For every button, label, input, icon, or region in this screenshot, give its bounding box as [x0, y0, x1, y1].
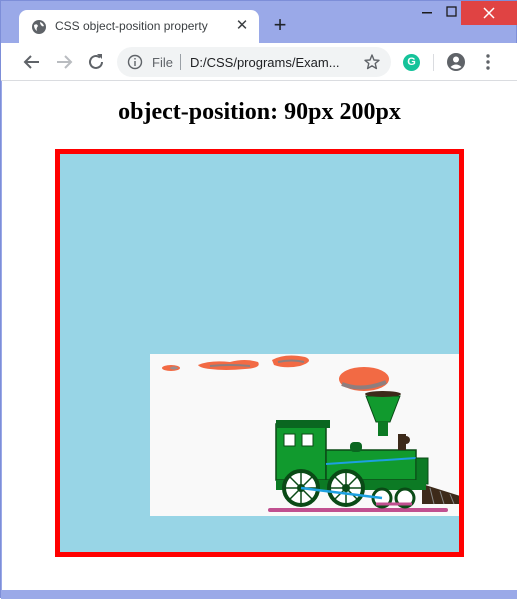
toolbar-divider [433, 54, 434, 71]
tab-title: CSS object-position property [55, 19, 208, 33]
tab-strip: CSS object-position property ✕ + [1, 1, 517, 43]
tab-close-icon[interactable]: ✕ [233, 17, 251, 35]
object-position-demo-box [55, 149, 464, 557]
back-arrow-icon[interactable] [21, 51, 43, 73]
reload-icon[interactable] [85, 51, 107, 73]
browser-window: CSS object-position property ✕ + File D:… [0, 0, 517, 599]
url-text[interactable]: D:/CSS/programs/Exam... [190, 55, 354, 70]
close-window-icon[interactable] [461, 1, 517, 25]
address-bar[interactable]: File D:/CSS/programs/Exam... [117, 47, 391, 77]
globe-icon [32, 20, 46, 34]
bookmark-star-icon[interactable] [363, 53, 381, 71]
info-icon[interactable] [127, 54, 143, 70]
address-divider [180, 54, 181, 70]
tab-active[interactable]: CSS object-position property ✕ [19, 10, 259, 43]
browser-toolbar: File D:/CSS/programs/Exam... G [1, 43, 517, 81]
new-tab-button[interactable]: + [269, 14, 291, 37]
steam-train-image [150, 354, 459, 516]
url-scheme-label: File [152, 55, 173, 70]
profile-avatar-icon[interactable] [445, 51, 467, 73]
page-heading: object-position: 90px 200px [118, 99, 401, 125]
menu-kebab-icon[interactable] [477, 51, 499, 73]
page-content: object-position: 90px 200px [2, 81, 517, 590]
grammarly-extension-icon[interactable]: G [403, 54, 420, 71]
forward-arrow-icon[interactable] [53, 51, 75, 73]
